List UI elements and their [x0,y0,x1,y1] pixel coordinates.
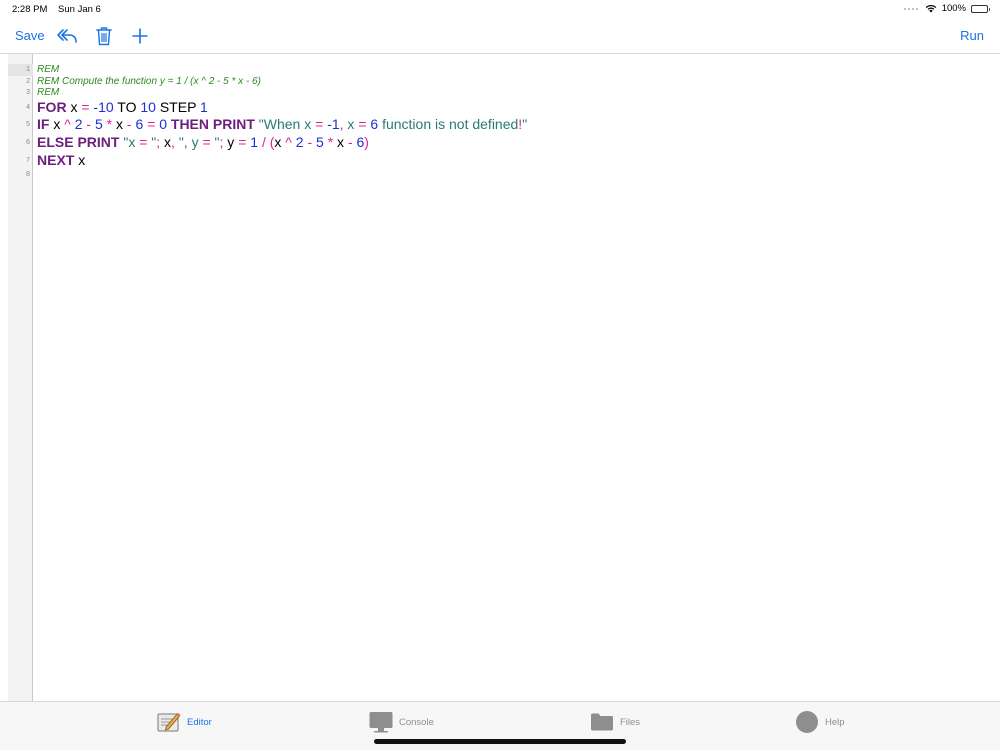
code-token: x [343,116,359,133]
code-token: REM [37,64,60,75]
code-token: THEN PRINT [170,116,255,133]
code-token: ^ [285,133,292,150]
line-number: 8 [26,171,30,179]
code-token: IF [37,116,50,133]
status-left: 2:28 PM Sun Jan 6 [12,4,109,15]
tab-console[interactable]: Console [369,702,434,742]
code-token: = [81,98,90,115]
code-token: " [522,116,528,133]
delete-button[interactable] [95,18,113,53]
tab-editor[interactable]: Editor [157,702,212,742]
tab-editor-label: Editor [187,716,212,728]
code-token: STEP [155,98,201,115]
line-number: 2 [26,77,30,85]
code-line[interactable]: FOR x = -10 TO 10 STEP 1 [37,99,990,117]
code-token: 1 [200,98,208,115]
code-token: 1 [250,133,259,150]
code-line[interactable]: NEXT x [37,152,990,170]
tab-help-label: Help [825,716,845,728]
code-line[interactable]: ELSE PRINT "x = "; x, ", y = "; y = 1 / … [37,134,990,152]
code-token: FOR [37,98,67,115]
code-token: x [160,133,172,150]
code-line[interactable]: REM [37,64,990,76]
code-token: 2 [74,116,83,133]
code-token: NEXT [37,151,75,168]
code-token: REM [37,87,60,99]
code-token: -1 [327,116,340,133]
code-token: ^ [64,116,71,133]
code-line[interactable]: REM Compute the function y = 1 / (x ^ 2 … [37,76,990,88]
battery-percent: 100% [941,3,966,14]
code-token: REM Compute the function y = 1 / (x ^ 2 … [37,75,261,87]
toolbar: Save Run [0,18,1000,54]
undo-button[interactable] [56,18,78,53]
code-area[interactable]: REM REM Compute the function y = 1 / (x ^… [37,64,990,181]
code-token: ELSE PRINT [37,133,120,150]
code-token: ", y [178,133,203,150]
code-line[interactable]: IF x ^ 2 - 5 * x - 6 = 0 THEN PRINT "Whe… [37,116,990,134]
code-token: x [112,116,127,133]
cellular-signal-icon [903,7,918,10]
code-token: TO [113,98,141,115]
status-right: 100% [903,3,990,14]
code-line[interactable]: REM [37,87,990,99]
code-token: = [202,133,211,150]
line-number: 7 [26,156,30,164]
code-token: = [358,116,367,133]
status-date: Sun Jan 6 [58,4,101,15]
code-token: 2 [295,133,304,150]
home-indicator [374,739,626,744]
tab-files-label: Files [620,716,641,728]
line-number: 4 [26,103,30,111]
undo-icon [57,28,77,43]
console-icon [369,712,393,733]
code-token: function is not defined [378,116,519,133]
code-token: 0 [159,116,167,133]
code-token: x [333,133,348,150]
code-token: "When x [258,116,316,133]
tab-files[interactable]: Files [590,702,640,742]
status-bar: 2:28 PM Sun Jan 6 100% [0,0,1000,18]
run-button[interactable]: Run [960,18,984,53]
code-token: x [74,151,86,168]
code-token: "x [123,133,140,150]
tab-help[interactable]: Help [795,702,845,742]
line-number: 6 [26,138,30,146]
wifi-icon [925,5,936,13]
code-token: 10 [140,98,156,115]
code-token: -10 [93,98,114,115]
code-token: x [49,116,65,133]
help-icon [796,711,818,733]
line-number: 5 [26,121,30,129]
line-numbers: 12 3 4 5 6 7 8 [8,64,33,181]
code-token: y [223,133,239,150]
code-token: ) [364,133,369,150]
code-token: " [210,133,220,150]
trash-icon [96,26,112,45]
code-line[interactable] [37,169,990,181]
code-token: x [66,98,82,115]
code-token: " [147,133,157,150]
add-button[interactable] [131,18,149,53]
status-time: 2:28 PM [12,4,48,15]
plus-icon [132,27,148,44]
code-editor[interactable]: 12345678 REM REM Compute the function y =… [0,54,1000,701]
code-token: x [274,133,286,150]
line-number: 1 [8,64,33,76]
editor-icon [157,712,181,732]
code-token: 5 [94,116,103,133]
line-number: 3 [26,89,30,97]
battery-icon [971,4,990,13]
folder-icon [591,713,613,731]
code-token: 5 [316,133,324,150]
tab-console-label: Console [399,716,434,728]
save-button[interactable]: Save [15,18,45,53]
